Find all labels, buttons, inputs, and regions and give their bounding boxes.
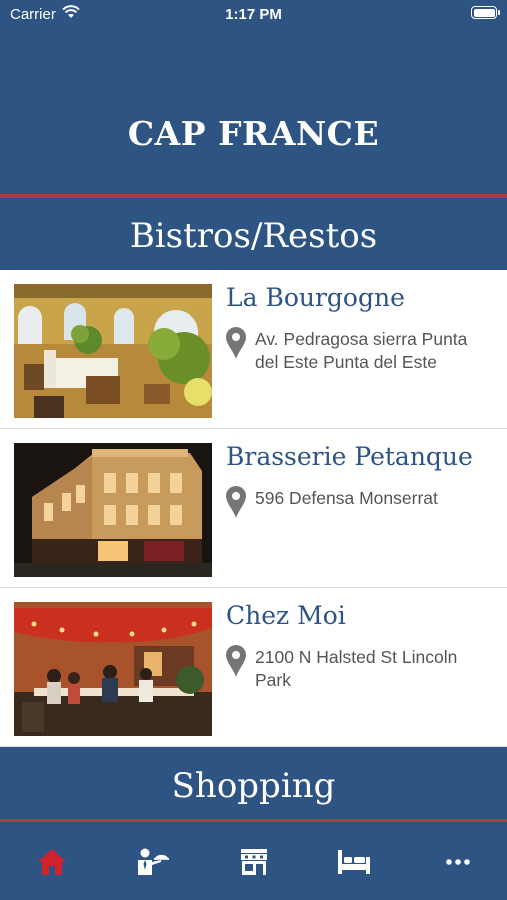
location-pin-icon <box>226 486 246 518</box>
storefront-icon <box>241 849 267 875</box>
home-icon <box>38 849 66 875</box>
tab-bistros[interactable] <box>134 844 170 880</box>
restaurant-address: 596 Defensa Monserrat <box>255 488 438 508</box>
restaurant-name: La Bourgogne <box>226 283 405 312</box>
restaurant-photo <box>14 284 212 418</box>
restaurant-row[interactable]: Brasserie Petanque 596 Defensa Monserrat <box>0 429 507 588</box>
restaurant-row[interactable]: La Bourgogne Av. Pedragosa sierra Punta … <box>0 270 507 429</box>
tab-hotels[interactable] <box>336 844 372 880</box>
restaurant-address: Av. Pedragosa sierra Punta del Este Punt… <box>255 329 468 372</box>
restaurant-name: Brasserie Petanque <box>226 442 473 471</box>
waiter-icon <box>138 848 169 875</box>
location-pin-icon <box>226 645 246 677</box>
section-header-shopping[interactable]: Shopping <box>0 747 507 819</box>
app-header <box>0 30 507 194</box>
restaurant-row[interactable]: Chez Moi 2100 N Halsted St Lincoln Park <box>0 588 507 747</box>
bed-icon <box>338 850 370 874</box>
tab-more[interactable] <box>440 844 476 880</box>
tab-shopping[interactable] <box>236 844 272 880</box>
battery-icon <box>471 6 500 19</box>
location-pin-icon <box>226 327 246 359</box>
tab-home[interactable] <box>34 844 70 880</box>
more-icon <box>446 859 470 865</box>
restaurant-photo <box>14 443 212 577</box>
restaurant-name: Chez Moi <box>226 601 346 630</box>
clock: 1:17 PM <box>225 6 282 23</box>
tab-bar <box>0 822 507 900</box>
restaurant-address: 2100 N Halsted St Lincoln Park <box>255 647 458 690</box>
section-header-bistros[interactable]: Bistros/Restos <box>0 198 507 270</box>
app-title: CAP FRANCE <box>127 114 380 153</box>
status-bar: Carrier 1:17 PM <box>0 0 507 30</box>
restaurant-list: La Bourgogne Av. Pedragosa sierra Punta … <box>0 270 507 747</box>
restaurant-photo <box>14 602 212 736</box>
